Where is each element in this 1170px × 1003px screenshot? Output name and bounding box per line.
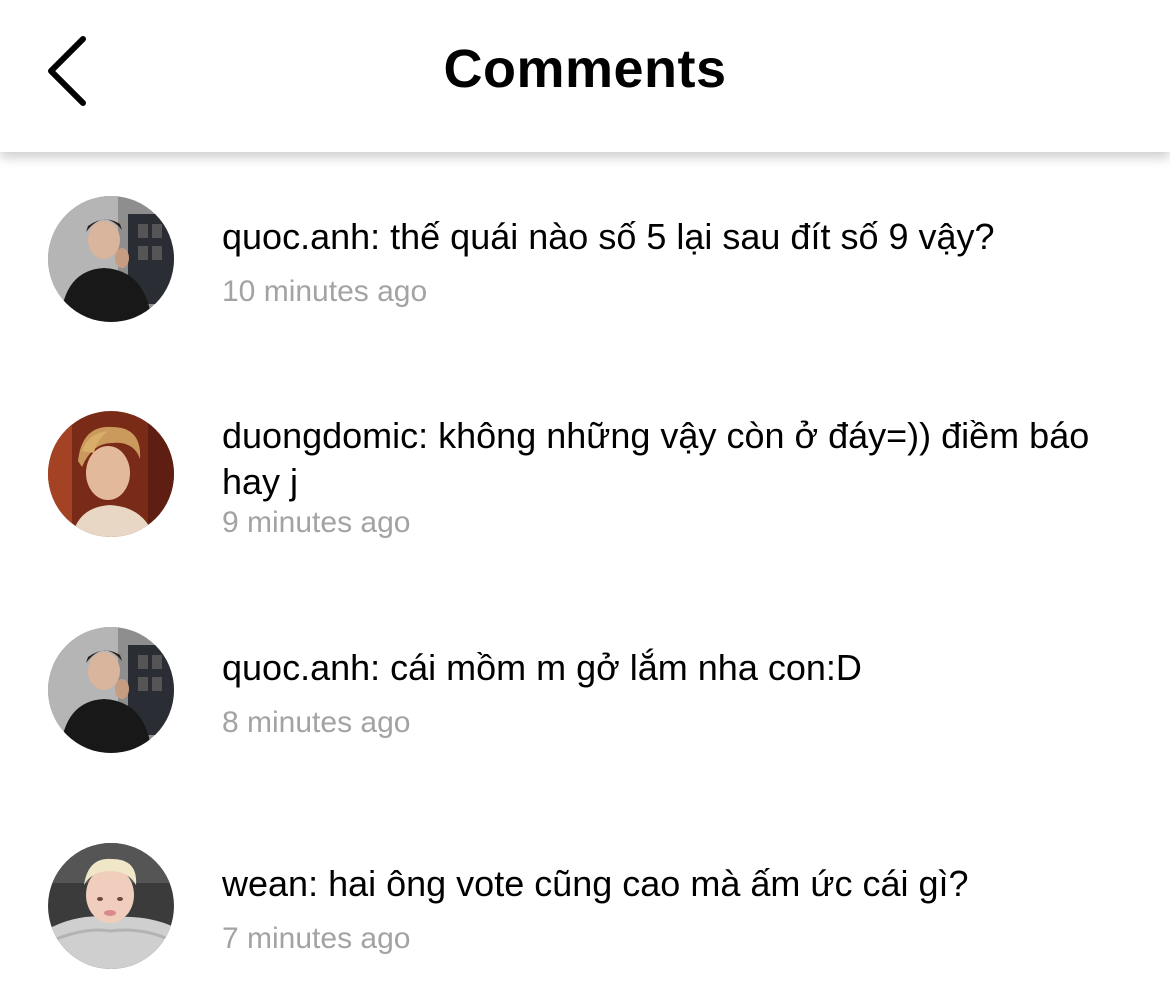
comment-text: wean: hai ông vote cũng cao mà ấm ức cái… [222, 863, 969, 904]
comment-body: wean: hai ông vote cũng cao mà ấm ức cái… [222, 861, 1142, 959]
comment-timestamp: 7 minutes ago [222, 922, 411, 955]
comment-body: quoc.anh: thế quái nào số 5 lại sau đít … [222, 214, 1142, 312]
comment-text: quoc.anh: thế quái nào số 5 lại sau đít … [222, 216, 995, 257]
comment-text: duongdomic: không những vậy còn ở đáy=))… [222, 415, 1090, 502]
avatar[interactable] [48, 843, 174, 969]
comment-body: duongdomic: không những vậy còn ở đáy=))… [222, 413, 1142, 543]
comment-body: quoc.anh: cái mồm m gở lắm nha con:D 8 m… [222, 645, 1142, 743]
header-bar: Comments [0, 0, 1170, 152]
comment-text: quoc.anh: cái mồm m gở lắm nha con:D [222, 647, 862, 688]
avatar[interactable] [48, 411, 174, 537]
page-title: Comments [443, 39, 727, 99]
avatar[interactable] [48, 196, 174, 322]
comment-timestamp: 9 minutes ago [222, 506, 411, 539]
comment-timestamp: 10 minutes ago [222, 275, 428, 308]
comment-timestamp: 8 minutes ago [222, 706, 411, 739]
avatar[interactable] [48, 627, 174, 753]
